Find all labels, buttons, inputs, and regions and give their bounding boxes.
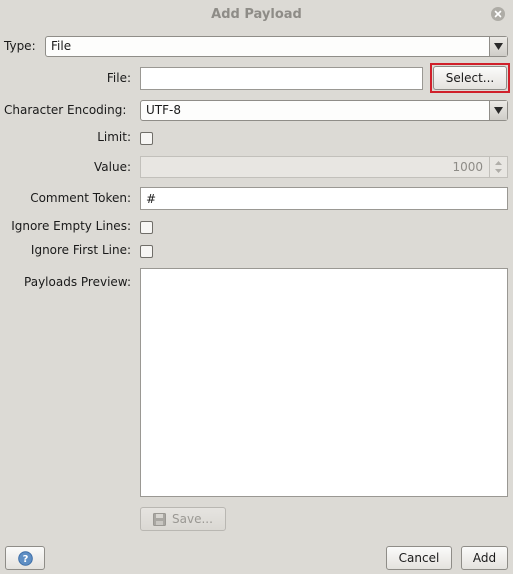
payloads-preview-label: Payloads Preview: <box>24 275 131 289</box>
close-icon[interactable] <box>491 7 505 21</box>
value-spinner[interactable]: 1000 <box>140 156 508 178</box>
chevron-down-icon[interactable] <box>489 101 507 120</box>
ignore-empty-lines-label: Ignore Empty Lines: <box>11 219 131 233</box>
payloads-preview-area[interactable] <box>140 268 508 497</box>
svg-text:?: ? <box>23 554 29 565</box>
ignore-first-line-checkbox[interactable] <box>140 245 153 258</box>
save-button-label: Save... <box>172 512 213 526</box>
type-label: Type: <box>4 39 36 53</box>
floppy-disk-icon <box>153 513 166 529</box>
comment-token-label: Comment Token: <box>30 191 131 205</box>
limit-label: Limit: <box>97 130 131 144</box>
type-select[interactable]: File <box>45 36 508 57</box>
ignore-first-line-label: Ignore First Line: <box>30 243 131 257</box>
help-icon: ? <box>18 551 33 569</box>
limit-checkbox[interactable] <box>140 132 153 145</box>
save-button[interactable]: Save... <box>140 507 226 531</box>
comment-token-value: # <box>146 192 157 206</box>
ignore-empty-lines-checkbox[interactable] <box>140 221 153 234</box>
value-spinner-value: 1000 <box>452 160 483 174</box>
encoding-select[interactable]: UTF-8 <box>140 100 508 121</box>
encoding-select-value: UTF-8 <box>146 103 181 117</box>
help-button[interactable]: ? <box>5 546 45 570</box>
encoding-label: Character Encoding: <box>4 103 127 117</box>
spinner-arrows[interactable] <box>489 157 507 177</box>
dialog-title: Add Payload <box>211 7 302 22</box>
chevron-down-icon[interactable] <box>489 37 507 56</box>
value-label: Value: <box>94 160 131 174</box>
cancel-button[interactable]: Cancel <box>386 546 452 570</box>
file-label: File: <box>106 71 131 85</box>
select-file-button[interactable]: Select... <box>433 66 507 90</box>
file-input[interactable] <box>140 67 423 90</box>
add-button[interactable]: Add <box>461 546 508 570</box>
comment-token-input[interactable]: # <box>140 187 508 210</box>
type-select-value: File <box>51 39 72 53</box>
